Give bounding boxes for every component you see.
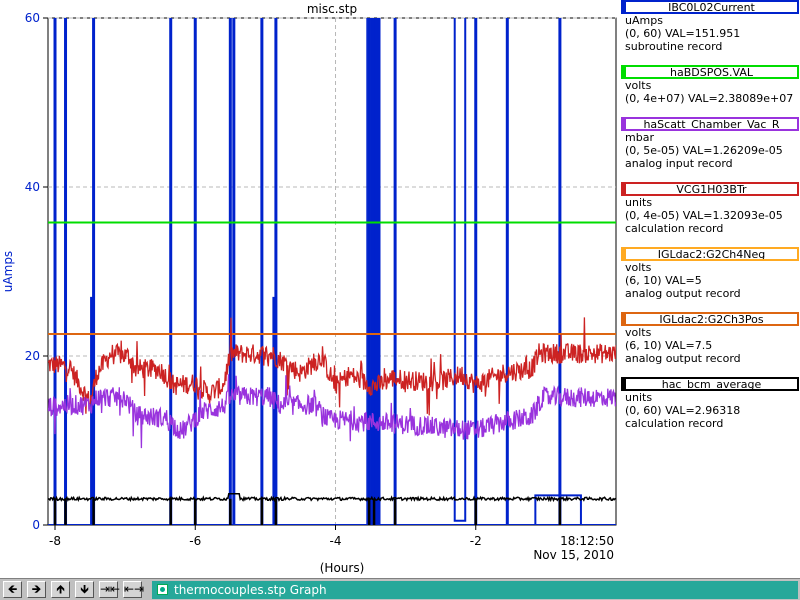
legend-unit: volts	[625, 79, 652, 92]
chart-title: misc.stp	[307, 2, 357, 16]
legend-record: subroutine record	[625, 40, 723, 53]
legend-unit: mbar	[625, 131, 654, 144]
end-date-label: Nov 15, 2010	[533, 548, 614, 562]
legend-record: analog input record	[625, 157, 733, 170]
legend-range: (0, 5e-05) VAL=1.26209e-05	[625, 144, 783, 157]
legend-series-name[interactable]: VCG1H03BTr	[621, 182, 799, 196]
legend-record: analog output record	[625, 352, 741, 365]
legend-unit: volts	[625, 326, 652, 339]
y-tick-label: 20	[25, 349, 40, 363]
legend-series-name[interactable]: IBC0L02Current	[621, 0, 799, 14]
y-tick-label: 60	[25, 11, 40, 25]
scroll-right-button[interactable]: 🡺	[27, 581, 46, 598]
scroll-left-button[interactable]: 🡸	[3, 581, 22, 598]
x-tick-label: -8	[49, 534, 61, 548]
zoom-in-x-button[interactable]: ⇥⇤	[99, 581, 120, 598]
legend-series-name[interactable]: haBDSPOS.VAL	[621, 65, 799, 79]
legend-item[interactable]: haBDSPOS.VAL volts (0, 4e+07) VAL=2.38089e…	[621, 65, 799, 105]
legend-range: (0, 4e+07) VAL=2.38089e+07	[625, 92, 794, 105]
legend-record: analog output record	[625, 287, 741, 300]
legend-item[interactable]: IBC0L02Current uAmps (0, 60) VAL=151.951 su…	[621, 0, 799, 53]
legend-item[interactable]: VCG1H03BTr units (0, 4e-05) VAL=1.32093e-0…	[621, 182, 799, 235]
end-time-label: 18:12:50	[560, 534, 614, 548]
legend-series-name[interactable]: IGLdac2:G2Ch4Neg	[621, 247, 799, 261]
plot-area	[47, 17, 617, 526]
legend-range: (6, 10) VAL=5	[625, 274, 702, 287]
scroll-up-button[interactable]: 🡹	[51, 581, 70, 598]
bottom-toolbar: 🡸 🡺 🡹 🡻 ⇥⇤ ⇤⇥ thermocouples.stp Graph	[0, 578, 800, 600]
legend-range: (6, 10) VAL=7.5	[625, 339, 713, 352]
legend-item[interactable]: hac_bcm_average units (0, 60) VAL=2.96318 c…	[621, 377, 799, 430]
legend-item[interactable]: IGLdac2:G2Ch4Neg volts (6, 10) VAL=5 analog…	[621, 247, 799, 300]
legend-record: calculation record	[625, 222, 724, 235]
legend-series-name[interactable]: hac_bcm_average	[621, 377, 799, 391]
legend-unit: uAmps	[625, 14, 663, 27]
legend-series-name[interactable]: IGLdac2:G2Ch3Pos	[621, 312, 799, 326]
y-tick-label: 0	[32, 518, 40, 532]
scroll-down-button[interactable]: 🡻	[75, 581, 94, 598]
legend-unit: units	[625, 391, 653, 404]
legend-series-name[interactable]: haScatt_Chamber_Vac_R	[621, 117, 799, 131]
x-tick-label: -4	[330, 534, 342, 548]
x-tick-label: -6	[189, 534, 201, 548]
legend-unit: units	[625, 196, 653, 209]
graph-icon	[157, 584, 168, 595]
tab-graph[interactable]: thermocouples.stp Graph	[152, 581, 798, 599]
x-tick-label: -2	[470, 534, 482, 548]
legend-range: (0, 60) VAL=2.96318	[625, 404, 741, 417]
legend-unit: volts	[625, 261, 652, 274]
legend-item[interactable]: haScatt_Chamber_Vac_R mbar (0, 5e-05) VAL=…	[621, 117, 799, 170]
legend-range: (0, 60) VAL=151.951	[625, 27, 741, 40]
legend-record: calculation record	[625, 417, 724, 430]
legend-item[interactable]: IGLdac2:G2Ch3Pos volts (6, 10) VAL=7.5 anal…	[621, 312, 799, 365]
legend-range: (0, 4e-05) VAL=1.32093e-05	[625, 209, 783, 222]
zoom-out-x-button[interactable]: ⇤⇥	[123, 581, 144, 598]
y-axis-label: uAmps	[1, 251, 15, 292]
x-axis-label: (Hours)	[320, 561, 365, 575]
y-tick-label: 40	[25, 180, 40, 194]
tab-label: thermocouples.stp Graph	[174, 583, 327, 597]
